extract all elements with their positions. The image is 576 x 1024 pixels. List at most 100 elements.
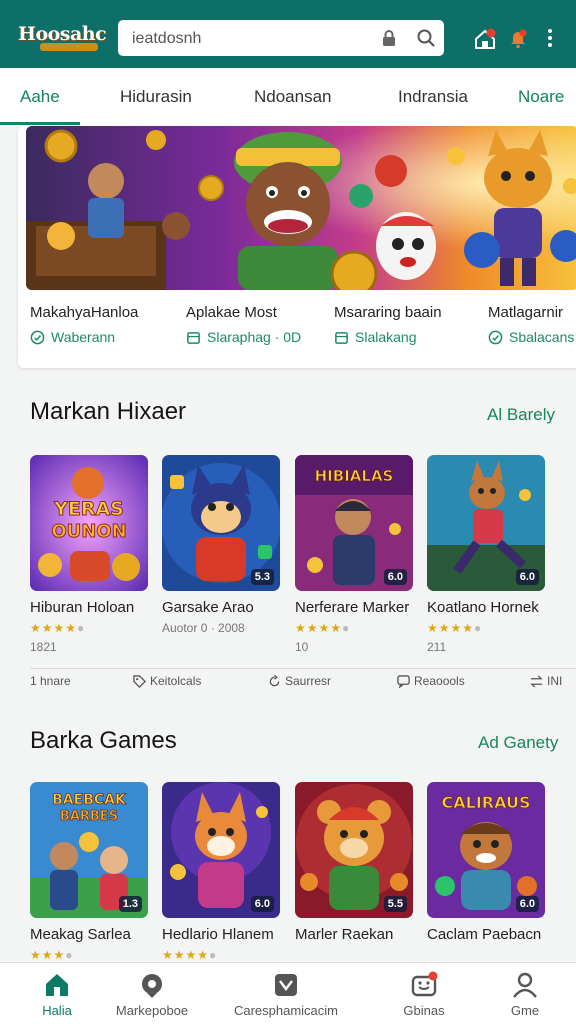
nav-item-home[interactable]: Halia — [28, 971, 86, 1018]
game-thumbnail[interactable]: 5.5 — [295, 782, 413, 918]
game-title: Hedlario Hlanem — [162, 926, 274, 943]
nav-label: Halia — [42, 1003, 72, 1018]
featured-item-status-text: Sbalacans — [509, 329, 575, 345]
search-icon[interactable] — [416, 28, 436, 48]
search-bar[interactable]: ieatdosnh — [118, 20, 444, 56]
game-title: Marler Raekan — [295, 926, 394, 943]
filter-chip[interactable]: Keitolcals — [133, 674, 201, 688]
featured-item-title: Matlagarnir — [488, 304, 564, 321]
nav-label: Markepoboe — [115, 1003, 189, 1018]
filter-label: 1 hnare — [30, 674, 71, 688]
divider — [30, 668, 576, 669]
rating-stars: ★★★★● — [30, 621, 86, 635]
nav-label: Gme — [510, 1003, 540, 1018]
rating-stars: ★★★● — [30, 948, 74, 962]
svg-text:BAEBCAK: BAEBCAK — [52, 792, 127, 808]
game-badge: 6.0 — [383, 569, 407, 585]
filter-chip[interactable]: Saurresr — [268, 674, 331, 688]
game-meta: 211 — [427, 640, 447, 654]
game-card[interactable]: YERAS OUNON Hiburan Holoan ★★★★● 1821 — [30, 455, 148, 654]
game-thumbnail[interactable]: 6.0 — [162, 782, 280, 918]
see-all-link[interactable]: Ad Ganety — [478, 733, 558, 753]
filter-label: INI — [547, 674, 563, 688]
game-card[interactable]: HIBIALAS 6.0 Nerferare Marker ★★★★● 10 — [295, 455, 413, 654]
rating-stars: ★★★★● — [427, 621, 483, 635]
see-all-link[interactable]: Al Barely — [487, 405, 555, 425]
featured-item[interactable]: MakahyaHanloa Waberann — [30, 304, 138, 345]
game-meta: 10 — [295, 640, 309, 654]
bell-icon[interactable] — [508, 29, 528, 49]
home-icon — [46, 974, 68, 996]
game-title: Meakag Sarlea — [30, 926, 131, 943]
game-thumbnail[interactable]: 5.3 — [162, 455, 280, 591]
game-badge: 6.0 — [250, 896, 274, 912]
nav-item-marketplace[interactable]: Markepoboe — [112, 971, 192, 1018]
app-logo[interactable]: Hoosahc — [18, 20, 107, 56]
game-card[interactable]: 5.3 Garsake Arao Auotor 0 · 2008 — [162, 455, 280, 635]
nav-item-category[interactable]: Caresphamicacim — [228, 971, 344, 1018]
category-tabs: Aahe Hidurasin Ndoansan Indransia Noare — [0, 68, 576, 126]
home-notification-icon[interactable] — [474, 28, 496, 50]
game-badge: 1.3 — [118, 896, 142, 912]
gamepad-icon — [411, 971, 438, 997]
lock-icon[interactable] — [380, 29, 398, 47]
calendar-icon — [335, 331, 348, 344]
tab-indransia[interactable]: Indransia — [398, 87, 468, 107]
tag-icon — [133, 674, 146, 688]
swap-icon — [530, 674, 543, 688]
tab-ndoansan[interactable]: Ndoansan — [254, 87, 332, 107]
filter-label: Saurresr — [285, 674, 332, 688]
game-card[interactable]: 6.0 Hedlario Hlanem ★★★★● — [162, 782, 280, 962]
nav-label: Gbinas — [403, 1003, 445, 1018]
nav-label: Caresphamicacim — [233, 1003, 339, 1018]
game-badge: 5.3 — [250, 569, 274, 585]
featured-banner-card[interactable]: MakahyaHanloa Waberann Aplakae Most Slar… — [18, 126, 576, 368]
svg-text:BARBES: BARBES — [60, 809, 118, 824]
svg-text:OUNON: OUNON — [51, 521, 126, 542]
logo-ribbon — [40, 43, 98, 51]
featured-item[interactable]: Msararing baain Slalakang — [334, 304, 442, 345]
tab-aahe[interactable]: Aahe — [20, 87, 60, 107]
category-icon — [275, 974, 297, 996]
game-title: Hiburan Holoan — [30, 599, 135, 616]
game-card[interactable]: BAEBCAK BARBES 1.3 Meakag Sarlea ★★★● — [30, 782, 148, 962]
featured-item-status: Sbalacans — [488, 329, 574, 345]
featured-item[interactable]: Matlagarnir Sbalacans — [488, 304, 574, 345]
game-card[interactable]: 6.0 Koatlano Hornek ★★★★● 211 — [427, 455, 545, 654]
game-card[interactable]: 5.5 Marler Raekan — [295, 782, 413, 943]
game-thumbnail[interactable]: HIBIALAS 6.0 — [295, 455, 413, 591]
search-input[interactable]: ieatdosnh — [132, 30, 201, 48]
game-thumbnail[interactable]: CALIRAUS 6.0 — [427, 782, 545, 918]
person-icon — [513, 972, 537, 998]
nav-item-games[interactable]: Gbinas — [394, 971, 454, 1018]
filter-chip[interactable]: 1 hnare — [30, 674, 71, 688]
game-title: Nerferare Marker — [295, 599, 410, 616]
refresh-icon — [269, 674, 280, 686]
game-meta: Auotor 0 · 2008 — [162, 621, 245, 635]
rating-stars: ★★★★● — [295, 621, 351, 635]
filter-label: Keitolcals — [150, 674, 202, 688]
game-badge: 6.0 — [515, 896, 539, 912]
more-vert-icon[interactable] — [543, 27, 557, 49]
game-thumbnail[interactable]: YERAS OUNON — [30, 455, 148, 591]
featured-item[interactable]: Aplakae Most Slaraphag · 0D — [186, 304, 301, 345]
featured-item-status-text: Slaraphag · 0D — [207, 329, 302, 345]
game-title: Garsake Arao — [162, 599, 254, 616]
game-thumbnail[interactable]: BAEBCAK BARBES 1.3 — [30, 782, 148, 918]
game-title: Caclam Paebacn — [427, 926, 542, 943]
filter-chip[interactable]: Reaoools — [397, 674, 465, 688]
tab-noare[interactable]: Noare — [518, 87, 564, 107]
svg-text:CALIRAUS: CALIRAUS — [442, 793, 531, 812]
nav-item-profile[interactable]: Gme — [500, 971, 550, 1018]
game-meta: 1821 — [30, 640, 57, 654]
filter-chip[interactable]: INI — [530, 674, 562, 688]
game-thumbnail[interactable]: 6.0 — [427, 455, 545, 591]
game-badge: 6.0 — [515, 569, 539, 585]
featured-item-title: MakahyaHanloa — [30, 304, 139, 321]
rating-stars: ★★★★● — [162, 948, 218, 962]
marketplace-icon — [142, 974, 162, 998]
game-card[interactable]: CALIRAUS 6.0 Caclam Paebacn — [427, 782, 545, 943]
featured-banner-image[interactable] — [26, 126, 576, 290]
tab-hidurasin[interactable]: Hidurasin — [120, 87, 192, 107]
featured-item-status: Slalakang — [334, 329, 442, 345]
